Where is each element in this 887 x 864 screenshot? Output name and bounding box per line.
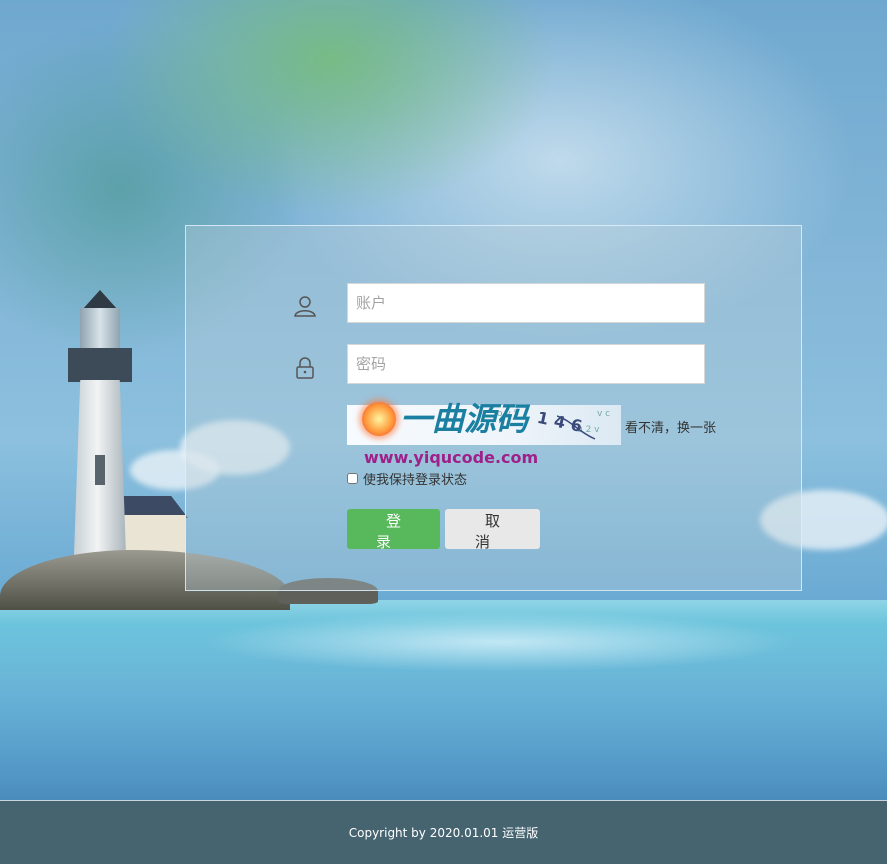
lighthouse	[68, 290, 132, 560]
footer: Copyright by 2020.01.01 运营版	[0, 800, 887, 864]
watermark-title: 一曲源码	[400, 400, 529, 438]
copyright-text: Copyright by 2020.01.01 运营版	[348, 826, 539, 840]
account-input[interactable]	[347, 283, 705, 323]
lock-icon	[296, 357, 314, 379]
remember-label: 使我保持登录状态	[363, 473, 468, 488]
cancel-button[interactable]: 取消	[445, 509, 540, 551]
watermark-url: www.yiqucode.com	[364, 448, 539, 467]
remember-me[interactable]: 使我保持登录状态	[347, 469, 467, 488]
watermark-logo: 一曲源码 www.yiqucode.com	[362, 398, 538, 468]
remember-checkbox[interactable]	[347, 473, 358, 484]
user-icon	[294, 296, 316, 317]
sun-icon	[362, 402, 396, 436]
password-input[interactable]	[347, 344, 705, 384]
login-button[interactable]: 登录	[347, 509, 440, 551]
refresh-captcha-link[interactable]: 看不清，换一张	[625, 417, 716, 436]
sea-glow	[200, 612, 800, 672]
